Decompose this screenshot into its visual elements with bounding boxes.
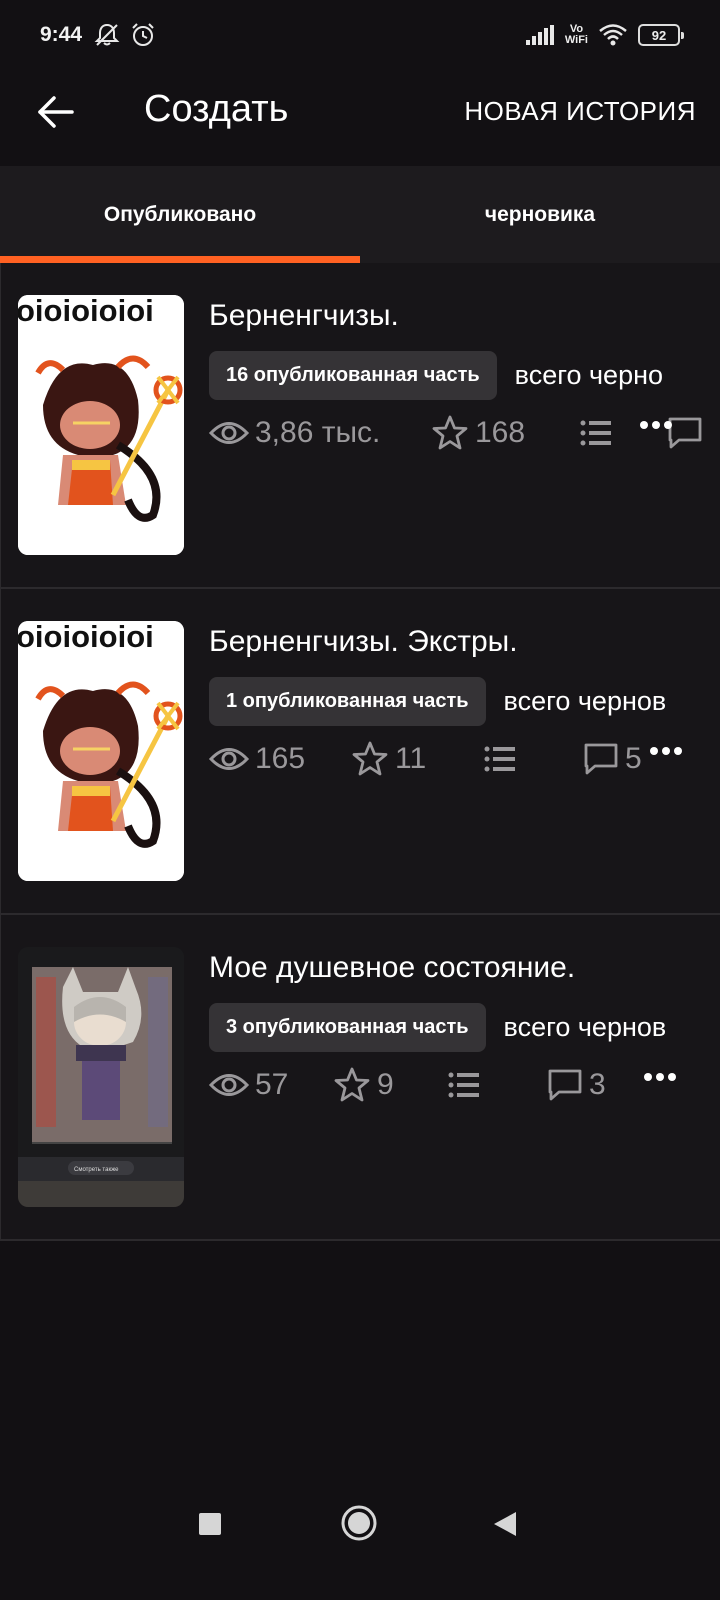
story-item[interactable]: oioioioioi Берненгчизы. Экстры. 1 опубли… [0,589,720,915]
story-cover[interactable]: oioioioioi [18,621,184,881]
comment-icon [584,743,618,775]
views-count: 57 [255,1068,289,1101]
more-horizontal-icon [650,747,682,755]
votes-stat: 168 [431,408,525,458]
comments-count: 3 [589,1068,606,1101]
wifi-icon [599,24,627,46]
story-title[interactable]: Мое душевное состояние. [209,951,575,985]
vowifi-indicator: Vo WiFi [564,23,588,46]
svg-text:oioioioioi: oioioioioi [18,295,154,328]
comments-count: 5 [625,742,642,775]
drafts-count: всего черно [514,359,664,390]
views-stat: 165 [209,734,305,784]
home-circle-icon[interactable] [340,1504,378,1542]
status-left-icons [94,22,156,48]
eye-icon [209,422,249,444]
alarm-icon [132,23,154,46]
bell-off-icon [94,23,120,46]
status-bar: 9:44 Vo WiFi 92 [0,0,720,70]
more-options-button[interactable] [639,400,673,450]
story-title[interactable]: Берненгчизы. [209,299,399,333]
star-icon [334,1067,370,1102]
published-parts-badge: 16 опубликованная часть [209,350,497,400]
tab-published[interactable]: Опубликовано [0,166,360,263]
story-cover[interactable]: oioioioioi [18,295,184,555]
app-header: Создать НОВАЯ ИСТОРИЯ [0,70,720,166]
list-icon [448,1072,479,1098]
new-story-button[interactable]: НОВАЯ ИСТОРИЯ [464,96,696,127]
drafts-count: всего чернов [503,685,667,716]
more-horizontal-icon [640,421,672,429]
views-count: 165 [255,742,306,775]
demon-cover-image: oioioioioi [18,295,184,555]
story-stats: 3,86 тыс. 168 [209,408,713,458]
back-triangle-icon[interactable] [492,1510,518,1538]
story-title[interactable]: Берненгчизы. Экстры. [209,625,518,659]
chapters-stat[interactable] [579,408,613,458]
votes-count: 11 [395,742,427,775]
chapters-stat[interactable] [447,1060,481,1110]
more-horizontal-icon [644,1073,676,1081]
star-icon [432,415,468,450]
chapters-stat[interactable] [483,734,517,784]
signal-icon [525,25,554,45]
story-badges: 16 опубликованная часть всего черно [209,350,709,400]
comments-stat: 5 [583,734,642,784]
story-stats: 165 11 5 [209,734,713,784]
battery-indicator: 92 [638,24,684,46]
status-right: Vo WiFi 92 [525,23,684,47]
views-stat: 57 [209,1060,288,1110]
comment-icon [548,1069,582,1101]
star-icon [352,741,388,776]
recents-square-icon[interactable] [198,1512,222,1536]
published-parts-badge: 3 опубликованная часть [209,1002,486,1052]
views-count: 3,86 тыс. [255,416,381,449]
photo-cover-image: Смотреть также [18,947,184,1207]
tab-drafts[interactable]: черновика [360,166,720,263]
story-badges: 3 опубликованная часть всего чернов [209,1002,709,1052]
status-time: 9:44 [40,23,83,46]
page-title: Создать [144,88,289,130]
more-options-button[interactable] [649,726,683,776]
svg-text:oioioioioi: oioioioioi [18,621,154,654]
story-stats: 57 9 3 [209,1060,713,1110]
system-nav-bar [0,1500,720,1600]
comments-stat [667,408,709,458]
tab-published-label: Опубликовано [103,202,257,226]
back-arrow-icon[interactable] [36,92,76,132]
list-icon [580,420,611,446]
views-stat: 3,86 тыс. [209,408,380,458]
published-parts-badge: 1 опубликованная часть [209,676,486,726]
story-item[interactable]: Смотреть также Мое душевное состояние. 3… [0,915,720,1241]
eye-icon [209,1074,249,1096]
list-icon [484,746,515,772]
drafts-count: всего чернов [503,1011,667,1042]
story-item[interactable]: oioioioioi Берненгчизы. 16 опубликованна… [0,263,720,589]
tab-active-indicator [0,256,360,263]
story-badges: 1 опубликованная часть всего чернов [209,676,709,726]
story-cover[interactable]: Смотреть также [18,947,184,1207]
votes-count: 168 [475,416,526,449]
eye-icon [209,748,249,770]
story-list: oioioioioi Берненгчизы. 16 опубликованна… [0,263,720,1241]
votes-count: 9 [377,1068,394,1101]
tab-bar: Опубликовано черновика [0,166,720,263]
comments-stat: 3 [547,1060,606,1110]
more-options-button[interactable] [643,1052,677,1102]
svg-text:Смотреть также: Смотреть также [74,1167,119,1173]
demon-cover-image: oioioioioi [18,621,184,881]
votes-stat: 9 [333,1060,394,1110]
tab-drafts-label: черновика [484,202,596,226]
votes-stat: 11 [351,734,426,784]
